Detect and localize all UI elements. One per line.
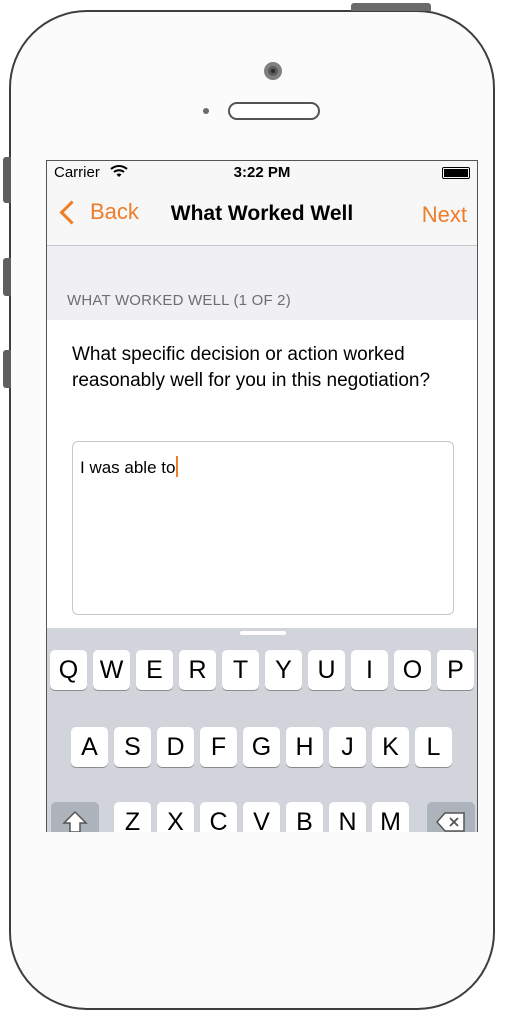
earpiece-speaker — [228, 102, 320, 120]
key-c[interactable]: C — [200, 802, 237, 832]
key-v[interactable]: V — [243, 802, 280, 832]
status-bar: Carrier 3:22 PM — [47, 161, 477, 185]
question-text: What specific decision or action worked … — [72, 344, 431, 391]
volume-up-button — [3, 258, 11, 296]
key-r[interactable]: R — [179, 650, 216, 690]
key-t[interactable]: T — [222, 650, 259, 690]
key-y[interactable]: Y — [265, 650, 302, 690]
key-i[interactable]: I — [351, 650, 388, 690]
text-cursor — [176, 456, 179, 477]
shift-key[interactable] — [51, 802, 99, 832]
keyboard-handle — [240, 631, 286, 635]
key-f[interactable]: F — [200, 727, 237, 767]
navigation-bar: Back What Worked Well Next — [47, 185, 477, 246]
volume-down-button — [3, 350, 11, 388]
power-button — [351, 3, 431, 11]
page-title: What Worked Well — [170, 202, 354, 225]
keyboard: Q W E R T Y U I O P A S D F G H J K L Z … — [47, 628, 477, 832]
mute-switch — [3, 157, 11, 203]
key-a[interactable]: A — [71, 727, 108, 767]
answer-textarea[interactable]: I was able to — [72, 441, 454, 615]
key-d[interactable]: D — [157, 727, 194, 767]
proximity-sensor — [203, 108, 209, 114]
shift-arrow-icon — [62, 810, 88, 832]
next-button[interactable]: Next — [422, 202, 467, 228]
key-p[interactable]: P — [437, 650, 474, 690]
status-time: 3:22 PM — [233, 164, 291, 181]
key-e[interactable]: E — [136, 650, 173, 690]
question-card: What specific decision or action worked … — [47, 320, 477, 640]
key-u[interactable]: U — [308, 650, 345, 690]
key-z[interactable]: Z — [114, 802, 151, 832]
backspace-icon — [435, 812, 465, 832]
key-l[interactable]: L — [415, 727, 452, 767]
key-g[interactable]: G — [243, 727, 280, 767]
key-s[interactable]: S — [114, 727, 151, 767]
key-b[interactable]: B — [286, 802, 323, 832]
answer-text: I was able to — [80, 458, 176, 477]
key-x[interactable]: X — [157, 802, 194, 832]
key-o[interactable]: O — [394, 650, 431, 690]
key-j[interactable]: J — [329, 727, 366, 767]
section-header: WHAT WORKED WELL (1 OF 2) — [67, 292, 291, 309]
key-q[interactable]: Q — [50, 650, 87, 690]
front-camera — [264, 62, 282, 80]
key-m[interactable]: M — [372, 802, 409, 832]
delete-key[interactable] — [427, 802, 475, 832]
key-w[interactable]: W — [93, 650, 130, 690]
battery-icon — [442, 167, 470, 179]
phone-screen: Carrier 3:22 PM Back What Worked Well Ne… — [46, 160, 478, 832]
key-k[interactable]: K — [372, 727, 409, 767]
key-n[interactable]: N — [329, 802, 366, 832]
key-h[interactable]: H — [286, 727, 323, 767]
